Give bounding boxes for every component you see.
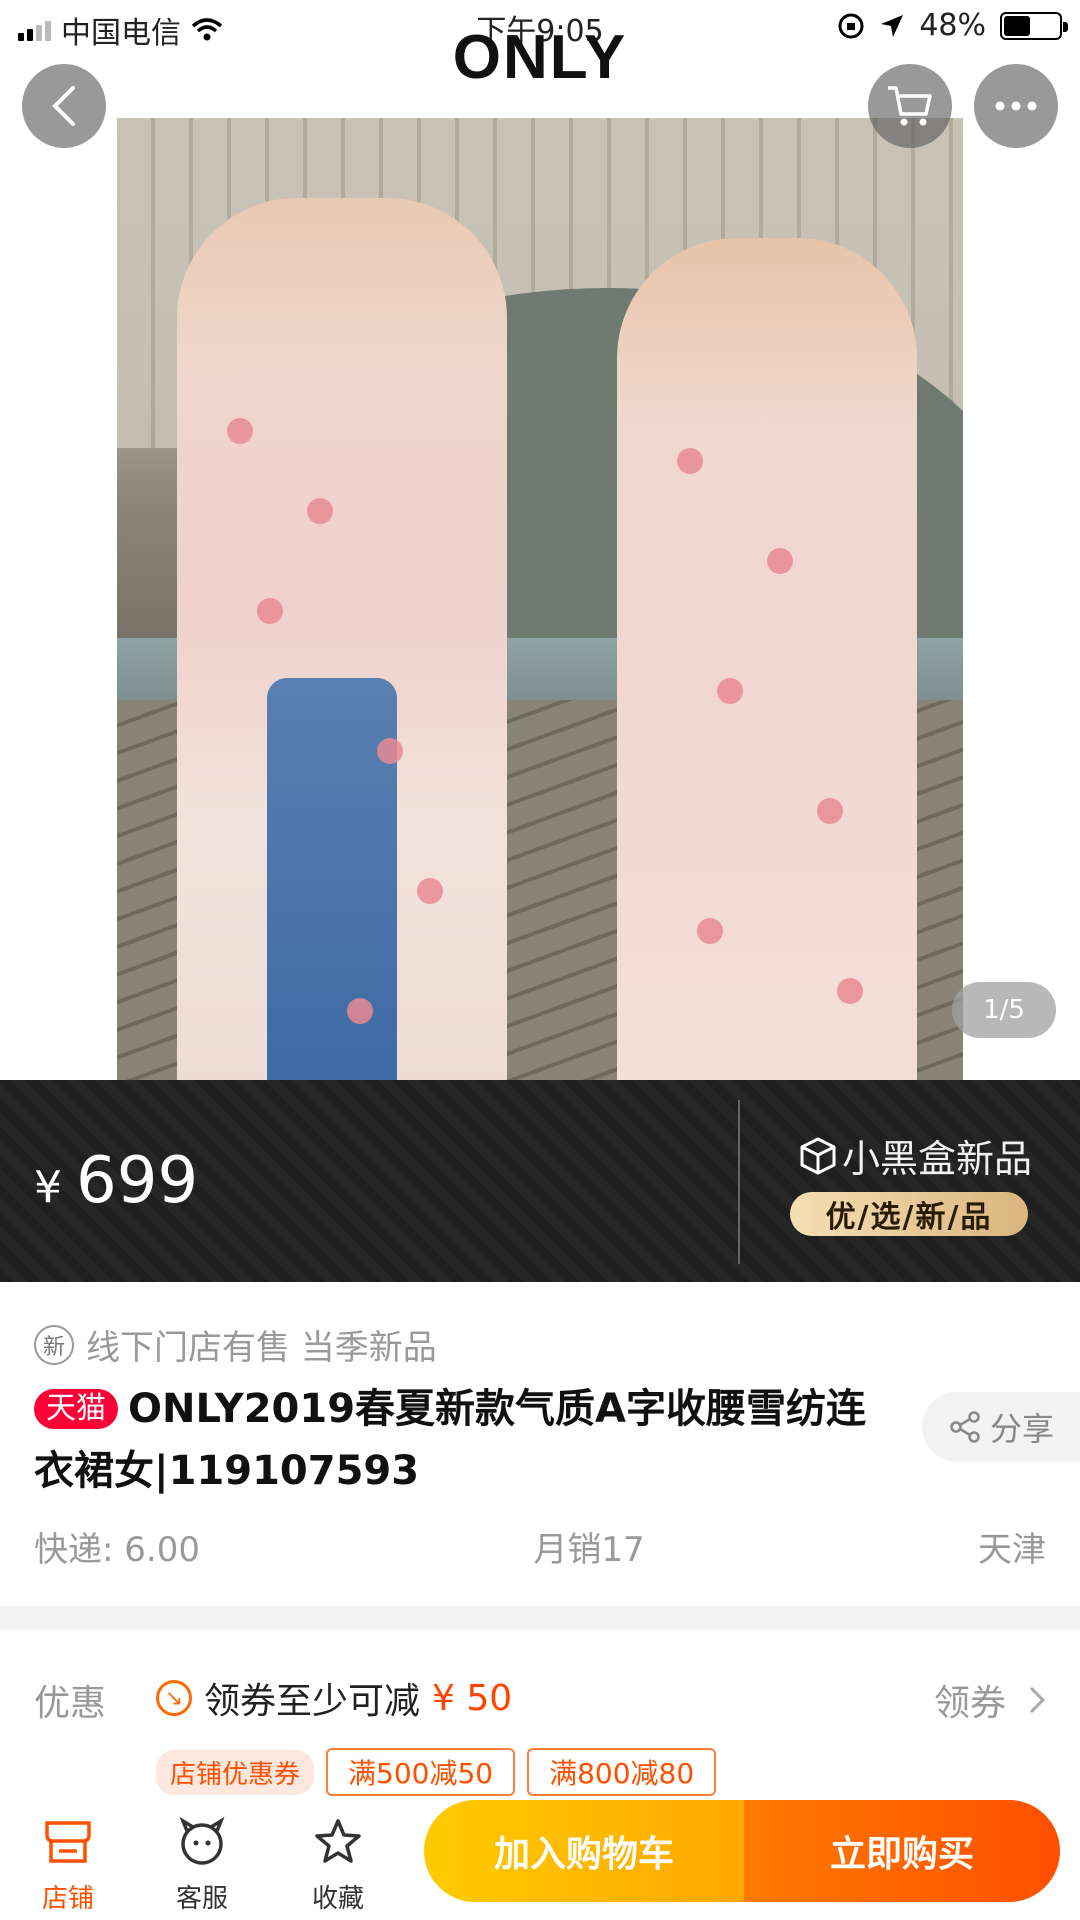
service-icon [179,1817,225,1865]
shipping-fee: 快递: 6.00 [34,1530,200,1570]
box-icon [800,1137,836,1174]
tab-favorite[interactable]: 收藏 [288,1812,388,1915]
cart-button[interactable] [868,64,952,148]
coupon-arrow-icon: ↘ [156,1680,192,1716]
coupon-text: 领券至少可减 [204,1681,421,1722]
product-subtitle: 线下门店有售 当季新品 [86,1328,437,1368]
price: ¥ 699 [34,1144,198,1218]
shop-icon [45,1821,91,1863]
coupon-tags: 店铺优惠券 满500减50 满800减80 [156,1748,717,1796]
photo-jeans [267,678,397,1080]
promo-title: 小黑盒新品 [798,1128,1032,1183]
tab-shop[interactable]: 店铺 [18,1812,118,1915]
tab-shop-label: 店铺 [41,1884,94,1914]
product-title: 天猫 ONLY2019春夏新款气质A字收腰雪纺连衣裙女|119107593 [34,1378,884,1502]
product-subtitle-row: 新 线下门店有售 当季新品 [34,1320,437,1369]
product-title-text: ONLY2019春夏新款气质A字收腰雪纺连衣裙女|119107593 [34,1386,866,1494]
buy-now-button[interactable]: 立即购买 [744,1800,1060,1902]
add-to-cart-button[interactable]: 加入购物车 [424,1800,744,1902]
coupon-amount: ¥ 50 [432,1677,513,1719]
cart-icon [888,86,932,126]
get-coupon-label: 领券 [933,1683,1006,1724]
ship-location: 天津 [977,1530,1046,1570]
product-meta: 快递: 6.00 月销17 天津 [34,1522,1046,1571]
price-value: 699 [76,1144,199,1218]
divider [738,1100,740,1264]
bottom-action-bar: 店铺 客服 收藏 加入购物车 立即购买 [0,1800,1080,1920]
new-badge: 新 [34,1324,74,1365]
tab-service-label: 客服 [175,1884,228,1914]
coupon-label: 优惠 [34,1683,107,1724]
gallery-page-indicator: 1/5 [952,982,1056,1038]
tab-customer-service[interactable]: 客服 [152,1812,252,1915]
get-coupon-button[interactable]: 领券 [934,1674,1046,1726]
share-icon [950,1411,980,1443]
currency-symbol: ¥ [34,1162,62,1213]
coupon-section[interactable]: 优惠 ↘ 领券至少可减 ¥ 50 领券 店铺优惠券 满500减50 满800减8… [0,1630,1080,1800]
promo-title-text: 小黑盒新品 [842,1137,1033,1181]
back-button[interactable] [22,64,106,148]
product-gallery[interactable] [0,54,1080,1080]
share-button[interactable]: 分享 [922,1392,1080,1462]
tab-favorite-label: 收藏 [311,1884,364,1914]
coupon-tag[interactable]: 满500减50 [326,1748,516,1796]
chevron-left-icon [52,86,75,126]
shop-coupon-tag: 店铺优惠券 [156,1749,315,1795]
price-banner: ¥ 699 小黑盒新品 优/选/新/品 [0,1080,1080,1282]
product-photo[interactable] [117,118,963,1080]
promo-tag: 优/选/新/品 [790,1192,1028,1236]
tmall-badge: 天猫 [34,1389,118,1429]
photo-model-right [617,238,917,1080]
coupon-summary: ↘ 领券至少可减 ¥ 50 [156,1672,512,1724]
more-icon [995,101,1037,111]
star-icon [315,1819,361,1863]
share-label: 分享 [989,1410,1054,1448]
product-info: 新 线下门店有售 当季新品 天猫 ONLY2019春夏新款气质A字收腰雪纺连衣裙女… [0,1282,1080,1606]
coupon-tag[interactable]: 满800减80 [527,1748,717,1796]
more-button[interactable] [974,64,1058,148]
monthly-sales: 月销17 [533,1530,645,1570]
chevron-right-icon [1029,1686,1046,1714]
